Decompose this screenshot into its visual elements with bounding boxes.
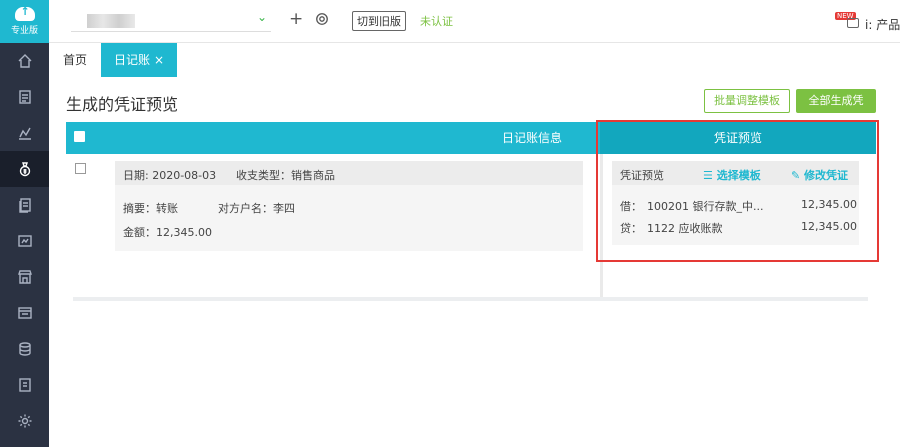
row-checkbox[interactable] [75,163,86,174]
page-title: 生成的凭证预览 [66,95,179,114]
row-separator [73,297,868,301]
add-icon[interactable]: + [289,9,303,29]
invoice-icon [17,307,32,319]
sidebar-item-voucher[interactable] [0,79,49,115]
sidebar-item-journal[interactable] [0,151,49,187]
logo-label: 专业版 [10,26,38,36]
close-icon[interactable]: × [154,53,164,67]
top-bar: ⌄ + 切到旧版 未认证 NEW i: 产品 [49,0,900,43]
sidebar-item-report[interactable] [0,223,49,259]
select-all-checkbox[interactable] [74,131,85,142]
sidebar-item-document[interactable] [0,187,49,223]
cloud-upload-icon [14,5,35,21]
settings-icon [18,414,31,428]
sidebar-item-store[interactable] [0,259,49,295]
sidebar-item-chart[interactable] [0,115,49,151]
entry-date: 日期: 2020-08-03 [123,169,217,182]
main-content: 生成的凭证预览 批量调整模板 全部生成凭 日记账信息 凭证预览 日期: 2020… [49,77,900,447]
sidebar: 专业版 [0,0,49,447]
report-icon [17,235,32,247]
entry-amount: 金额：12,345.00 [123,226,212,239]
highlight-box [596,120,879,262]
sidebar-item-archive[interactable] [0,367,49,403]
chevron-down-icon: ⌄ [256,10,267,24]
product-menu[interactable]: i: 产品 [865,16,900,33]
company-name-redacted [87,14,135,28]
document-icon [18,198,31,213]
journal-entry-card: 日期: 2020-08-03 收支类型：销售商品 摘要：转账 对方户名：李四 金… [115,161,583,251]
coins-icon [18,342,31,356]
journal-info-header: 日记账信息 [502,131,563,145]
batch-adjust-template-button[interactable]: 批量调整模板 [704,89,790,113]
entry-counterparty: 对方户名：李四 [218,202,295,215]
tab-journal[interactable]: 日记账 × [101,43,177,77]
store-icon [17,270,32,284]
voucher-icon [18,90,31,104]
tab-journal-label: 日记账 [113,53,150,67]
generate-all-vouchers-button[interactable]: 全部生成凭 [796,89,876,113]
entry-summary: 摘要：转账 [123,202,178,215]
chart-icon [18,127,31,140]
tab-bar: 首页 日记账 × [49,43,900,77]
tab-home[interactable]: 首页 [63,43,87,77]
sidebar-item-home[interactable] [0,43,49,79]
entry-type: 收支类型：销售商品 [236,169,335,182]
sidebar-item-coins[interactable] [0,331,49,367]
sidebar-item-settings[interactable] [0,403,49,439]
tv-icon [847,18,859,28]
app-logo[interactable]: 专业版 [0,0,49,43]
gear-icon[interactable] [315,12,329,26]
switch-old-version-button[interactable]: 切到旧版 [352,11,406,31]
archive-icon [18,378,31,392]
unverified-status[interactable]: 未认证 [420,13,453,29]
sidebar-item-invoice[interactable] [0,295,49,331]
money-bag-icon [19,162,30,177]
home-icon [18,54,31,68]
company-selector[interactable]: ⌄ [71,10,271,32]
